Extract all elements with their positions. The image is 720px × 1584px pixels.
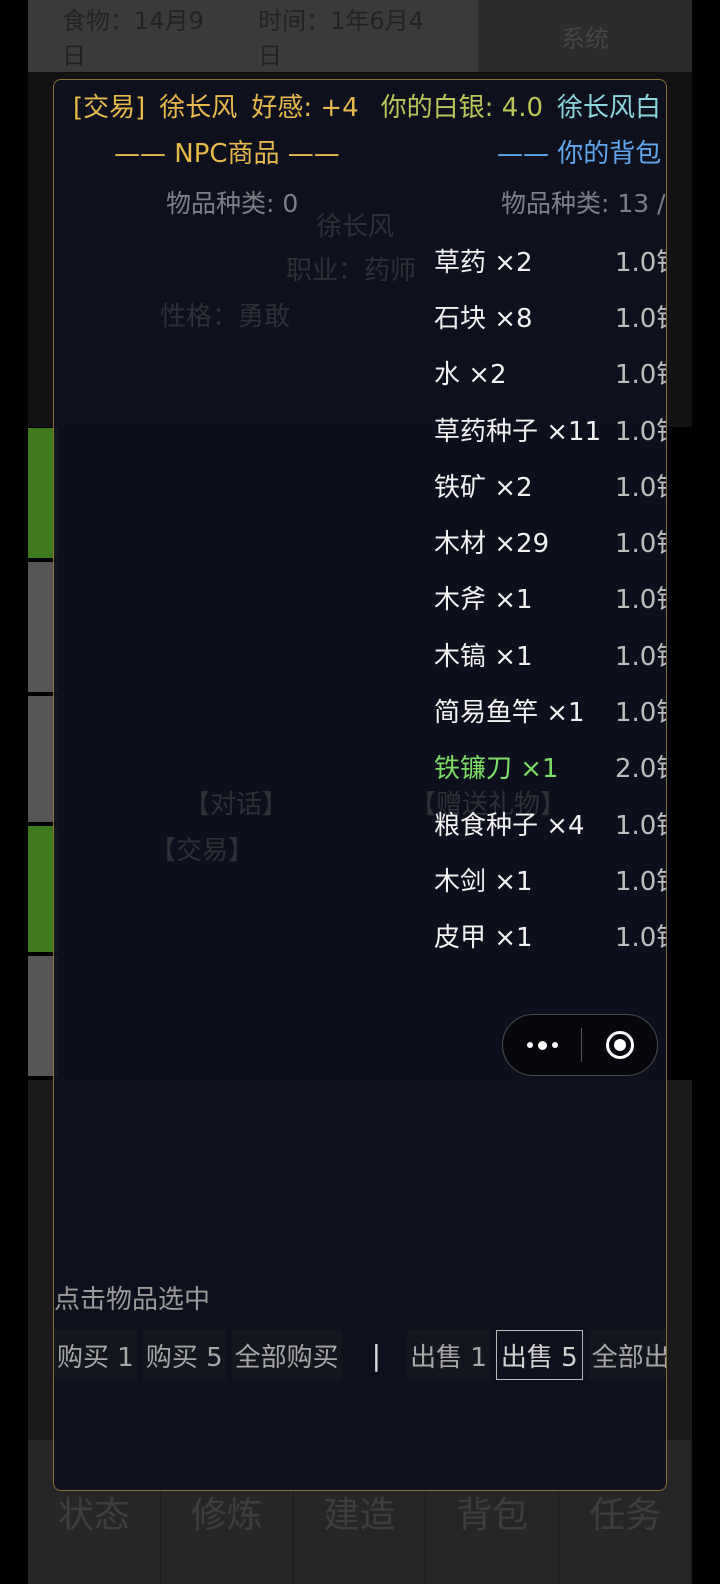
item-price: 1.0银: [615, 810, 666, 841]
item-price: 1.0银: [615, 641, 666, 672]
button-separator: |: [371, 1338, 382, 1372]
item-name: 铁镰刀 ×1: [434, 754, 559, 785]
item-name: 水 ×2: [434, 360, 507, 391]
item-name: 草药种子 ×11: [434, 416, 602, 447]
ghost-trade-button: 【交易】: [150, 836, 255, 866]
select-hint: 点击物品选中: [54, 1285, 211, 1315]
npc-silver: 徐长风白: [557, 93, 662, 123]
item-price: 1.0银: [615, 416, 666, 447]
buy-1-button[interactable]: 购买 1: [54, 1330, 137, 1380]
bag-item[interactable]: 草药种子 ×11 1.0银: [434, 401, 666, 457]
close-icon[interactable]: [582, 1031, 657, 1059]
item-name: 铁矿 ×2: [434, 472, 533, 503]
item-name: 木斧 ×1: [434, 585, 533, 616]
item-name: 简易鱼竿 ×1: [434, 698, 585, 729]
status-info: 食物：14月9日 时间：1年6月4日: [28, 0, 478, 72]
bag-item[interactable]: 铁矿 ×2 1.0银: [434, 457, 666, 513]
item-name: 粮食种子 ×4: [434, 810, 585, 841]
item-name: 木镐 ×1: [434, 641, 533, 672]
item-price: 1.0银: [615, 247, 666, 278]
bag-item-count: 物品种类: 13 /: [501, 189, 666, 218]
item-price: 1.0银: [615, 585, 666, 616]
top-status-bar: 食物：14月9日 时间：1年6月4日 系统: [28, 0, 692, 72]
item-price: 1.0银: [615, 529, 666, 560]
bag-item-list: 草药 ×2 1.0银 石块 ×8 1.0银 水 ×2 1.0银 草药种子 ×11 1.0…: [434, 232, 666, 964]
buy-all-button[interactable]: 全部购买: [231, 1330, 342, 1380]
trade-tag: [交易]: [73, 93, 146, 123]
npc-name: 徐长风: [159, 93, 238, 123]
item-price: 2.0银: [615, 754, 666, 785]
sell-all-button[interactable]: 全部出: [588, 1330, 666, 1380]
item-price: 1.0银: [615, 303, 666, 334]
bag-item[interactable]: 粮食种子 ×4 1.0银: [434, 795, 666, 851]
sell-5-button[interactable]: 出售 5: [495, 1330, 583, 1380]
buy-5-button[interactable]: 购买 5: [142, 1330, 226, 1380]
bag-item[interactable]: 木材 ×29 1.0银: [434, 513, 666, 569]
ghost-npc-personality: 性格：勇敢: [160, 302, 291, 332]
bag-item[interactable]: 木镐 ×1 1.0银: [434, 626, 666, 682]
bag-item[interactable]: 皮甲 ×1 1.0银: [434, 908, 666, 964]
more-icon[interactable]: [503, 1040, 581, 1050]
item-price: 1.0银: [615, 923, 666, 954]
trade-header: [交易] 徐长风 好感: +4 你的白银: 4.0 徐长风白: [73, 88, 666, 128]
your-silver: 你的白银: 4.0: [380, 93, 544, 123]
npc-item-count: 物品种类: 0: [166, 189, 299, 218]
bag-item[interactable]: 石块 ×8 1.0银: [434, 288, 666, 344]
item-price: 1.0银: [615, 698, 666, 729]
item-price: 1.0银: [615, 360, 666, 391]
item-name: 石块 ×8: [434, 303, 533, 334]
item-name: 草药 ×2: [434, 247, 533, 278]
time-label: 时间：1年6月4日: [258, 7, 424, 70]
item-price: 1.0银: [615, 472, 666, 503]
bag-item[interactable]: 简易鱼竿 ×1 1.0银: [434, 682, 666, 738]
item-name: 木材 ×29: [434, 529, 550, 560]
food-label: 食物：14月9日: [62, 7, 204, 70]
bag-item[interactable]: 草药 ×2 1.0银: [434, 232, 666, 288]
npc-goods-title: —— NPC商品 ——: [114, 139, 340, 169]
favor-value: 好感: +4: [251, 93, 359, 123]
item-name: 木剑 ×1: [434, 866, 533, 897]
item-name: 皮甲 ×1: [434, 923, 533, 954]
bag-item-highlighted[interactable]: 铁镰刀 ×1 2.0银: [434, 739, 666, 795]
bag-item[interactable]: 木斧 ×1 1.0银: [434, 570, 666, 626]
bag-item[interactable]: 木剑 ×1 1.0银: [434, 851, 666, 907]
system-tab[interactable]: 系统: [478, 0, 692, 72]
ghost-npc-name: 徐长风: [316, 212, 395, 242]
ghost-npc-job: 职业：药师: [286, 256, 417, 286]
sell-1-button[interactable]: 出售 1: [407, 1330, 490, 1380]
miniprogram-capsule: [502, 1014, 658, 1076]
bag-title: —— 你的背包: [497, 139, 662, 169]
ghost-talk-button: 【对话】: [184, 790, 289, 820]
item-price: 1.0银: [615, 866, 666, 897]
bag-item[interactable]: 水 ×2 1.0银: [434, 345, 666, 401]
trade-action-bar: 购买 1 购买 5 全部购买 | 出售 1 出售 5 全部出: [54, 1328, 666, 1382]
trade-modal: 徐长风 职业：药师 性格：勇敢 【对话】 【赠送礼物】 【交易】 [交易] 徐长风…: [53, 79, 667, 1491]
